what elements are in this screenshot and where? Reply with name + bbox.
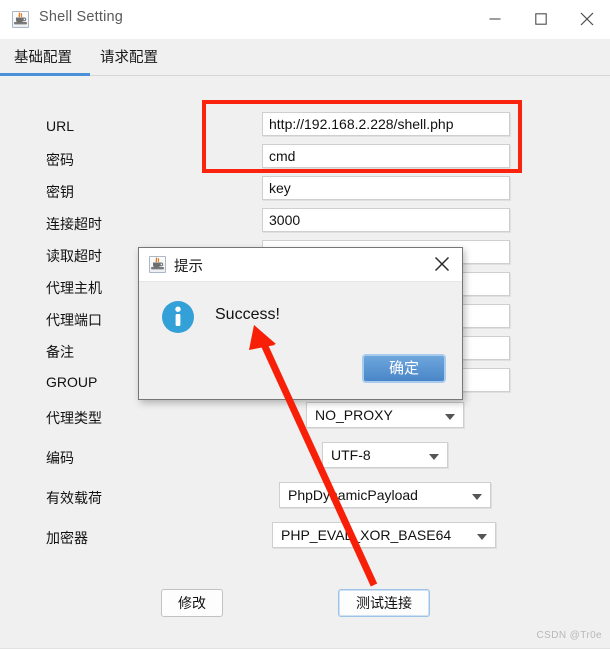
label-proxy-host: 代理主机 — [46, 280, 102, 296]
tab-request-config[interactable]: 请求配置 — [100, 46, 158, 67]
label-encoding: 编码 — [46, 450, 74, 466]
info-icon — [161, 300, 195, 334]
modify-button[interactable]: 修改 — [161, 589, 223, 617]
chevron-down-icon — [477, 534, 487, 540]
combo-encoding[interactable]: UTF-8 — [322, 442, 448, 468]
label-group: GROUP — [46, 374, 98, 390]
success-dialog: 提示 Success! 确定 — [138, 247, 463, 400]
minimize-button[interactable] — [472, 0, 518, 38]
dialog-ok-button[interactable]: 确定 — [362, 354, 446, 383]
combo-proxy-type-value: NO_PROXY — [315, 407, 393, 423]
label-payload: 有效载荷 — [46, 490, 102, 506]
chevron-down-icon — [429, 454, 439, 460]
input-secret-key[interactable]: key — [262, 176, 510, 200]
label-password: 密码 — [46, 152, 74, 168]
window-titlebar: Shell Setting — [0, 0, 610, 40]
label-secret-key: 密钥 — [46, 184, 74, 200]
combo-proxy-type[interactable]: NO_PROXY — [306, 402, 464, 428]
watermark: CSDN @Tr0e — [536, 630, 602, 641]
chevron-down-icon — [472, 494, 482, 500]
tab-strip: 基础配置 请求配置 — [0, 39, 610, 76]
label-encryptor: 加密器 — [46, 530, 88, 546]
dialog-titlebar: 提示 — [139, 248, 462, 282]
dialog-title: 提示 — [174, 259, 203, 275]
combo-encryptor-value: PHP_EVAL_XOR_BASE64 — [281, 527, 452, 543]
label-proxy-type: 代理类型 — [46, 410, 102, 426]
chevron-down-icon — [445, 414, 455, 420]
input-url[interactable]: http://192.168.2.228/shell.php — [262, 112, 510, 136]
combo-encoding-value: UTF-8 — [331, 447, 371, 463]
dialog-message: Success! — [215, 306, 280, 323]
label-connect-timeout: 连接超时 — [46, 216, 102, 232]
java-icon — [12, 11, 29, 28]
tab-basic-config[interactable]: 基础配置 — [14, 46, 72, 67]
input-connect-timeout[interactable]: 3000 — [262, 208, 510, 232]
combo-encryptor[interactable]: PHP_EVAL_XOR_BASE64 — [272, 522, 496, 548]
label-read-timeout: 读取超时 — [46, 248, 102, 264]
test-connection-button[interactable]: 测试连接 — [338, 589, 430, 617]
maximize-button[interactable] — [518, 0, 564, 38]
label-remark: 备注 — [46, 344, 74, 360]
dialog-close-button[interactable] — [422, 248, 462, 280]
label-proxy-port: 代理端口 — [46, 312, 102, 328]
combo-payload[interactable]: PhpDynamicPayload — [279, 482, 491, 508]
window-title: Shell Setting — [39, 9, 124, 25]
input-password[interactable]: cmd — [262, 144, 510, 168]
shell-setting-window: Shell Setting 基础配置 请求配置 URL http://192.1… — [0, 0, 610, 649]
close-button[interactable] — [564, 0, 610, 38]
label-url: URL — [46, 118, 75, 134]
combo-payload-value: PhpDynamicPayload — [288, 487, 418, 503]
java-icon — [149, 256, 166, 273]
